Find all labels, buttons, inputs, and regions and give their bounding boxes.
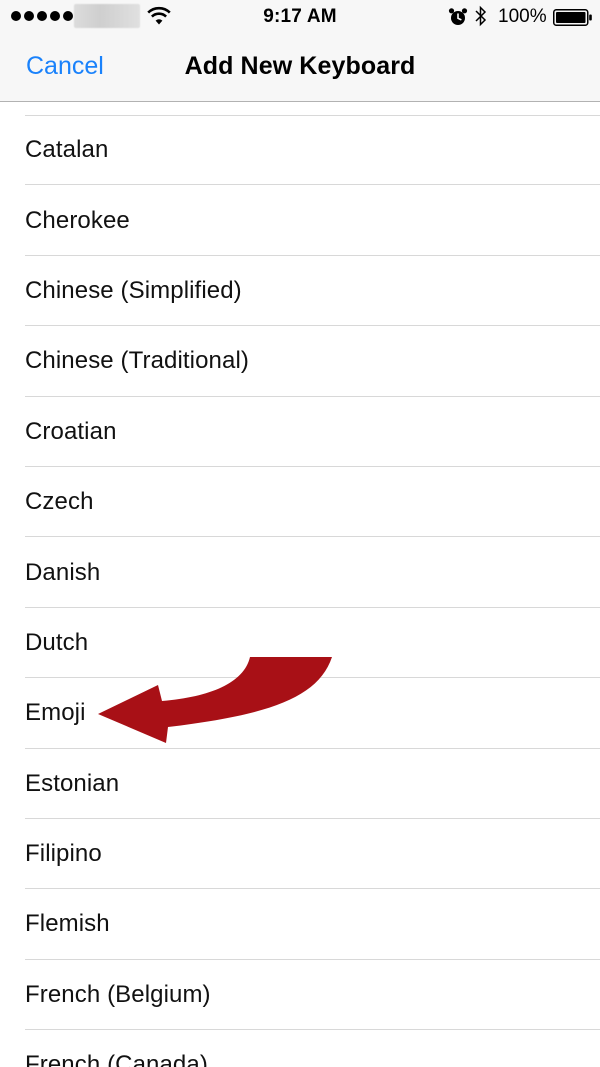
list-item-french-canada[interactable]: French (Canada) xyxy=(0,1030,600,1067)
list-item-flemish[interactable]: Flemish xyxy=(0,889,600,961)
list-item-croatian[interactable]: Croatian xyxy=(0,397,600,468)
list-item-cherokee[interactable]: Cherokee xyxy=(0,185,600,257)
list-item-label: Czech xyxy=(25,488,94,516)
screen: 9:17 AM 100% Cancel Add New Keyboard Cat… xyxy=(0,0,600,1067)
bluetooth-icon xyxy=(475,5,487,27)
keyboard-list: Catalan Cherokee Chinese (Simplified) Ch… xyxy=(0,115,600,1067)
alarm-icon xyxy=(448,8,468,25)
list-item-label: French (Canada) xyxy=(25,1051,208,1067)
top-bar: 9:17 AM 100% Cancel Add New Keyboard xyxy=(0,0,600,102)
list-item-czech[interactable]: Czech xyxy=(0,467,600,538)
battery-icon xyxy=(553,9,592,26)
list-item-label: Chinese (Traditional) xyxy=(25,347,249,375)
list-item-label: Chinese (Simplified) xyxy=(25,276,242,304)
list-item-danish[interactable]: Danish xyxy=(0,537,600,609)
list-item-label: Flemish xyxy=(25,910,110,938)
list-item-french-belgium[interactable]: French (Belgium) xyxy=(0,960,600,1031)
list-item-label: Filipino xyxy=(25,840,102,868)
list-item-chinese-simplified[interactable]: Chinese (Simplified) xyxy=(0,256,600,327)
list-item-chinese-traditional[interactable]: Chinese (Traditional) xyxy=(0,326,600,397)
list-item-label: Croatian xyxy=(25,417,117,445)
annotation-arrow-icon xyxy=(98,657,332,743)
list-item-label: Emoji xyxy=(25,699,86,727)
status-bar: 9:17 AM 100% xyxy=(0,0,600,34)
battery-percentage: 100% xyxy=(498,6,547,27)
list-item-label: French (Belgium) xyxy=(25,980,211,1008)
list-item-label: Catalan xyxy=(25,136,109,164)
list-item-label: Danish xyxy=(25,558,101,586)
navigation-bar: Cancel Add New Keyboard xyxy=(0,34,600,102)
list-item-estonian[interactable]: Estonian xyxy=(0,749,600,820)
list-item-label: Cherokee xyxy=(25,206,130,234)
list-item-label: Estonian xyxy=(25,769,120,797)
list-item-filipino[interactable]: Filipino xyxy=(0,819,600,890)
list-item-label: Dutch xyxy=(25,628,89,656)
page-title: Add New Keyboard xyxy=(184,52,416,80)
list-item-catalan[interactable]: Catalan xyxy=(0,115,600,186)
